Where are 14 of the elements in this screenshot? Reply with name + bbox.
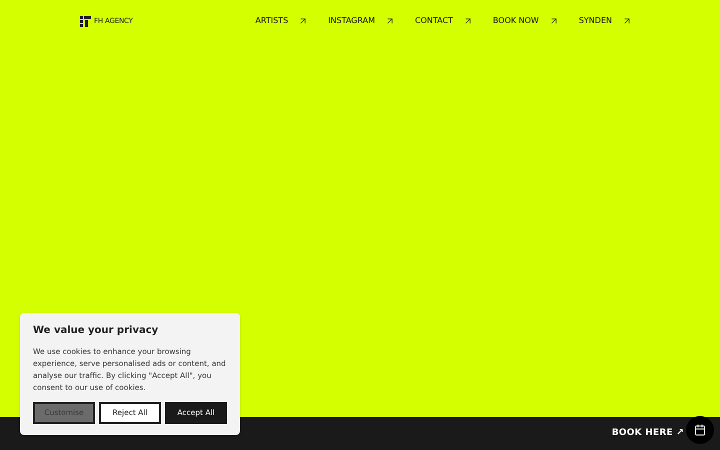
arrow-up-right-icon [298,16,308,26]
nav-link[interactable]: INSTAGRAM [328,15,395,27]
arrow-up-right-icon [622,16,632,26]
logo-icon [80,16,91,26]
book-here-link[interactable]: BOOK HERE ↗ [612,426,684,440]
nav-link[interactable]: BOOK NOW [492,15,559,27]
arrow-up-right-icon [548,16,559,26]
arrow-up-right-icon [384,16,395,26]
arrow-up-right-icon [462,16,473,26]
nav-link[interactable]: SYNDEN [578,15,632,27]
nav-link[interactable]: ARTISTS [255,15,308,27]
nav-link[interactable]: CONTACT [414,15,473,27]
dialog-title: We value your privacy [33,324,160,338]
calendar-icon [694,424,706,436]
